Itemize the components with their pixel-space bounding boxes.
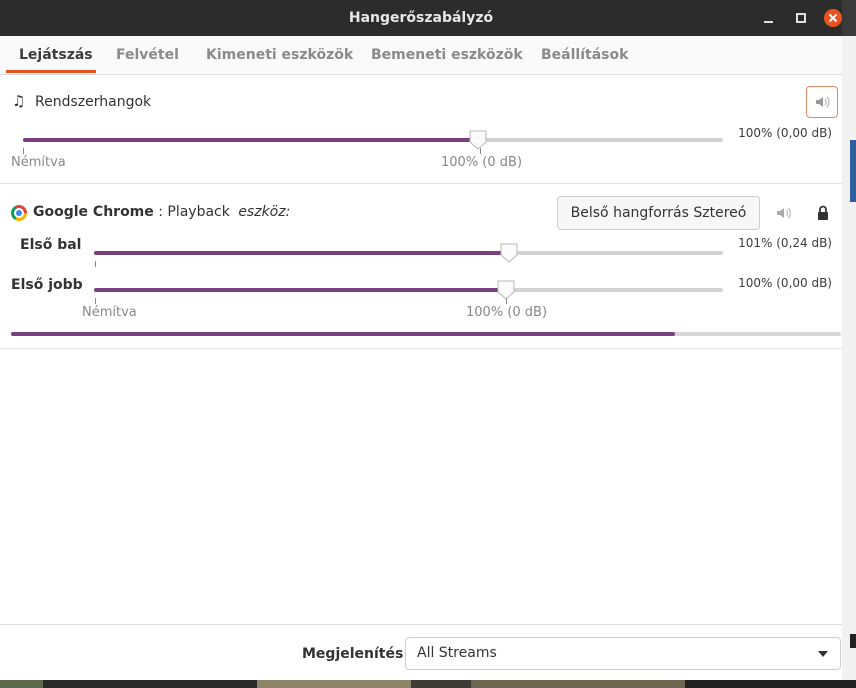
show-streams-value: All Streams — [417, 645, 497, 661]
device-label: eszköz: — [238, 204, 291, 220]
stream-title: Google Chrome : Playback eszköz: — [33, 204, 290, 220]
muted-label: Némítva — [82, 305, 137, 320]
titlebar[interactable]: Hangerőszabályzó — [0, 0, 842, 36]
system-sounds-volume-slider[interactable] — [23, 130, 723, 150]
channel-front-left-label: Első bal — [20, 237, 82, 253]
desktop-background-bottom — [0, 680, 856, 688]
base-volume-tick — [480, 148, 481, 154]
system-sounds-label: Rendszerhangok — [35, 94, 152, 110]
active-tab-indicator — [6, 70, 96, 73]
slider-fill — [94, 288, 506, 292]
volume-control-window: Hangerőszabályzó Lejátszás Felvétel Kime… — [0, 0, 842, 680]
show-label: Megjelenítés: — [302, 646, 409, 662]
close-button[interactable] — [824, 9, 842, 27]
show-streams-select[interactable]: All Streams — [405, 637, 841, 670]
maximize-button[interactable] — [792, 9, 810, 27]
speaker-icon — [777, 207, 791, 219]
peak-level-meter — [11, 332, 841, 336]
lock-icon — [818, 205, 828, 220]
stream-name: Playback — [167, 204, 230, 220]
chrome-icon — [11, 205, 27, 221]
desktop-dark-fragment — [850, 634, 856, 648]
desktop-blue-fragment — [850, 140, 856, 202]
system-sounds-mute-button[interactable] — [806, 86, 838, 118]
tab-input-devices[interactable]: Bemeneti eszközök — [371, 47, 523, 63]
tab-configuration[interactable]: Beállítások — [541, 47, 628, 63]
channel-front-right-value: 100% (0,00 dB) — [738, 276, 832, 290]
music-note-icon: ♫ — [12, 92, 26, 110]
desktop-background-right — [842, 36, 856, 688]
tab-playback[interactable]: Lejátszás — [19, 47, 93, 63]
muted-label: Némítva — [11, 155, 66, 170]
tab-recording[interactable]: Felvétel — [116, 47, 179, 63]
tab-output-devices[interactable]: Kimeneti eszközök — [206, 47, 353, 63]
channel-front-right-label: Első jobb — [11, 277, 83, 293]
muted-tick — [95, 261, 96, 267]
channel-front-right-slider[interactable] — [94, 280, 723, 300]
window-title: Hangerőszabályzó — [348, 10, 494, 26]
channel-front-left-slider[interactable] — [94, 243, 723, 263]
muted-tick — [95, 298, 96, 304]
slider-handle[interactable] — [468, 129, 488, 151]
slider-fill — [23, 138, 478, 142]
slider-handle[interactable] — [499, 242, 519, 264]
app-separator: : — [153, 204, 168, 220]
separator — [0, 183, 842, 184]
footer-separator — [0, 624, 842, 625]
base-volume-label: 100% (0 dB) — [441, 155, 523, 170]
channel-lock-button[interactable] — [811, 201, 835, 225]
tab-bar: Lejátszás Felvétel Kimeneti eszközök Bem… — [0, 36, 842, 75]
base-volume-tick — [506, 298, 507, 304]
slider-fill — [94, 251, 509, 255]
stream-mute-button[interactable] — [772, 201, 796, 225]
system-sounds-volume-value: 100% (0,00 dB) — [738, 126, 832, 140]
separator — [0, 348, 842, 349]
channel-front-left-value: 101% (0,24 dB) — [738, 236, 832, 250]
base-volume-label: 100% (0 dB) — [466, 305, 548, 320]
chevron-down-icon — [818, 651, 828, 657]
muted-tick — [23, 148, 24, 154]
app-name: Google Chrome — [33, 204, 154, 220]
output-device-button[interactable]: Belső hangforrás Sztereó — [557, 196, 760, 230]
speaker-muted-icon — [816, 96, 830, 108]
minimize-button[interactable] — [760, 9, 778, 27]
level-fill — [11, 332, 675, 336]
